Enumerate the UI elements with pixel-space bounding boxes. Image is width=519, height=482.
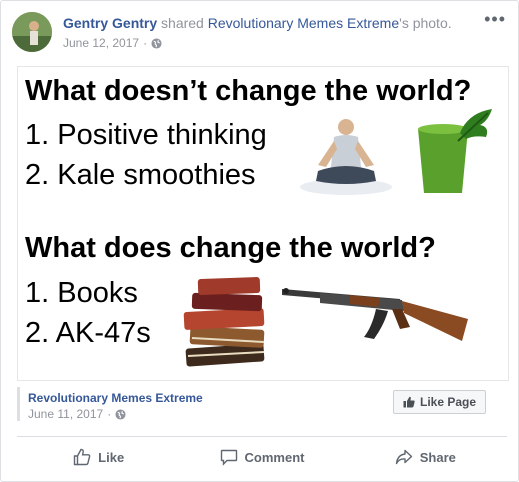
meme-answer-1-2: 2. Kale smoothies (25, 159, 256, 191)
share-label: Share (419, 449, 456, 465)
shared-source-meta: June 11, 2017 · (28, 407, 126, 421)
like-button[interactable]: Like (17, 442, 180, 472)
source-page-link[interactable]: Revolutionary Memes Extreme (208, 15, 399, 31)
post-actions: Like Comment Share (17, 442, 507, 472)
meme-answer-1-1: 1. Positive thinking (25, 119, 267, 151)
comment-label: Comment (244, 449, 305, 465)
meme-question-1: What doesn’t change the world? (25, 75, 472, 107)
like-page-button[interactable]: Like Page (393, 390, 486, 414)
post-meta: June 12, 2017 · (63, 36, 162, 50)
meme-image[interactable]: What doesn’t change the world? 1. Positi… (17, 66, 509, 381)
avatar[interactable] (12, 12, 52, 52)
post-header-line: Gentry Gentry shared Revolutionary Memes… (63, 15, 452, 31)
books-illustration (183, 277, 265, 367)
like-label: Like (98, 449, 125, 465)
share-button[interactable]: Share (344, 442, 507, 472)
kale-smoothie-illustration (418, 109, 492, 193)
shared-text: shared (161, 15, 204, 31)
meme-question-2: What does change the world? (25, 232, 436, 264)
post-date[interactable]: June 12, 2017 (63, 36, 139, 50)
share-arrow-icon (395, 448, 413, 466)
shared-source-date[interactable]: June 11, 2017 (28, 407, 103, 421)
meme-answer-2-2: 2. AK-47s (25, 317, 151, 349)
comment-button[interactable]: Comment (180, 442, 343, 472)
rifle-illustration (282, 288, 468, 341)
meme-answer-2-1: 1. Books (25, 277, 138, 309)
ellipsis-icon[interactable]: ••• (484, 9, 506, 30)
thumbs-up-outline-icon (73, 448, 91, 466)
source-suffix: 's photo. (399, 15, 452, 31)
comment-icon (220, 448, 238, 466)
post-card: Gentry Gentry shared Revolutionary Memes… (0, 0, 519, 482)
meditation-illustration (300, 119, 392, 195)
globe-icon (115, 408, 126, 420)
author-name[interactable]: Gentry Gentry (63, 15, 157, 31)
shared-source-name[interactable]: Revolutionary Memes Extreme (28, 391, 203, 405)
globe-icon (151, 37, 162, 49)
shared-source-bar (17, 387, 20, 421)
like-page-label: Like Page (419, 395, 477, 409)
thumbs-up-icon (403, 396, 415, 408)
actions-divider (17, 436, 507, 437)
shared-date-separator: · (107, 407, 112, 421)
date-separator: · (143, 36, 148, 50)
